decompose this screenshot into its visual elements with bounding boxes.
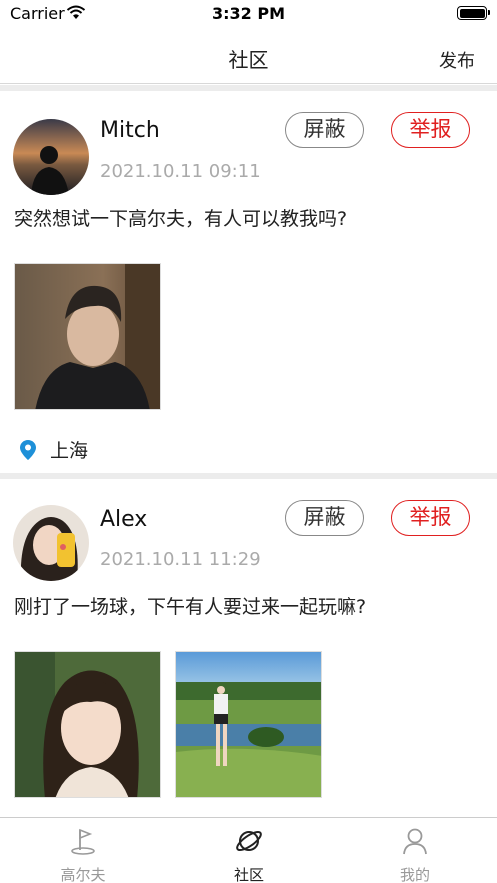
tab-mine[interactable]: 我的 <box>332 826 497 883</box>
post-photo[interactable] <box>14 651 161 798</box>
post-photo[interactable] <box>175 651 322 798</box>
post-time: 2021.10.11 09:11 <box>100 161 261 182</box>
tab-mine-label: 我的 <box>399 866 430 883</box>
location-pin-icon <box>20 440 36 460</box>
planet-icon <box>236 830 262 852</box>
tab-community-label: 社区 <box>233 866 264 883</box>
block-button[interactable]: 屏蔽 <box>285 112 364 148</box>
tab-community[interactable]: 社区 <box>166 826 332 883</box>
clock: 3:32 PM <box>211 4 285 23</box>
status-bar: Carrier 3:32 PM <box>0 0 497 28</box>
battery-icon <box>457 6 490 20</box>
tab-bar: 高尔夫 社区 我的 <box>0 817 497 883</box>
tab-golf[interactable]: 高尔夫 <box>0 826 166 883</box>
post-location: 上海 <box>20 436 88 463</box>
post-card: Alex 2021.10.11 11:29 屏蔽 举报 刚打了一场球，下午有人要… <box>0 479 497 817</box>
post-card: Mitch 2021.10.11 09:11 屏蔽 举报 突然想试一下高尔夫，有… <box>0 91 497 473</box>
avatar[interactable] <box>13 119 89 195</box>
username[interactable]: Alex <box>100 507 147 532</box>
username[interactable]: Mitch <box>100 118 160 143</box>
golf-flag-icon <box>71 828 95 855</box>
location-label: 上海 <box>50 440 89 462</box>
avatar[interactable] <box>13 505 89 581</box>
navigation-bar: 社区 发布 <box>0 28 497 84</box>
post-content: 刚打了一场球，下午有人要过来一起玩嘛? <box>14 596 367 618</box>
person-icon <box>403 828 427 855</box>
post-time: 2021.10.11 11:29 <box>100 549 261 570</box>
page-title: 社区 <box>228 48 269 72</box>
tab-golf-label: 高尔夫 <box>60 866 106 883</box>
report-button[interactable]: 举报 <box>391 112 470 148</box>
block-button[interactable]: 屏蔽 <box>285 500 364 536</box>
post-photo[interactable] <box>14 263 161 410</box>
report-button[interactable]: 举报 <box>391 500 470 536</box>
post-content: 突然想试一下高尔夫，有人可以教我吗? <box>14 208 348 230</box>
publish-button[interactable]: 发布 <box>439 47 475 73</box>
